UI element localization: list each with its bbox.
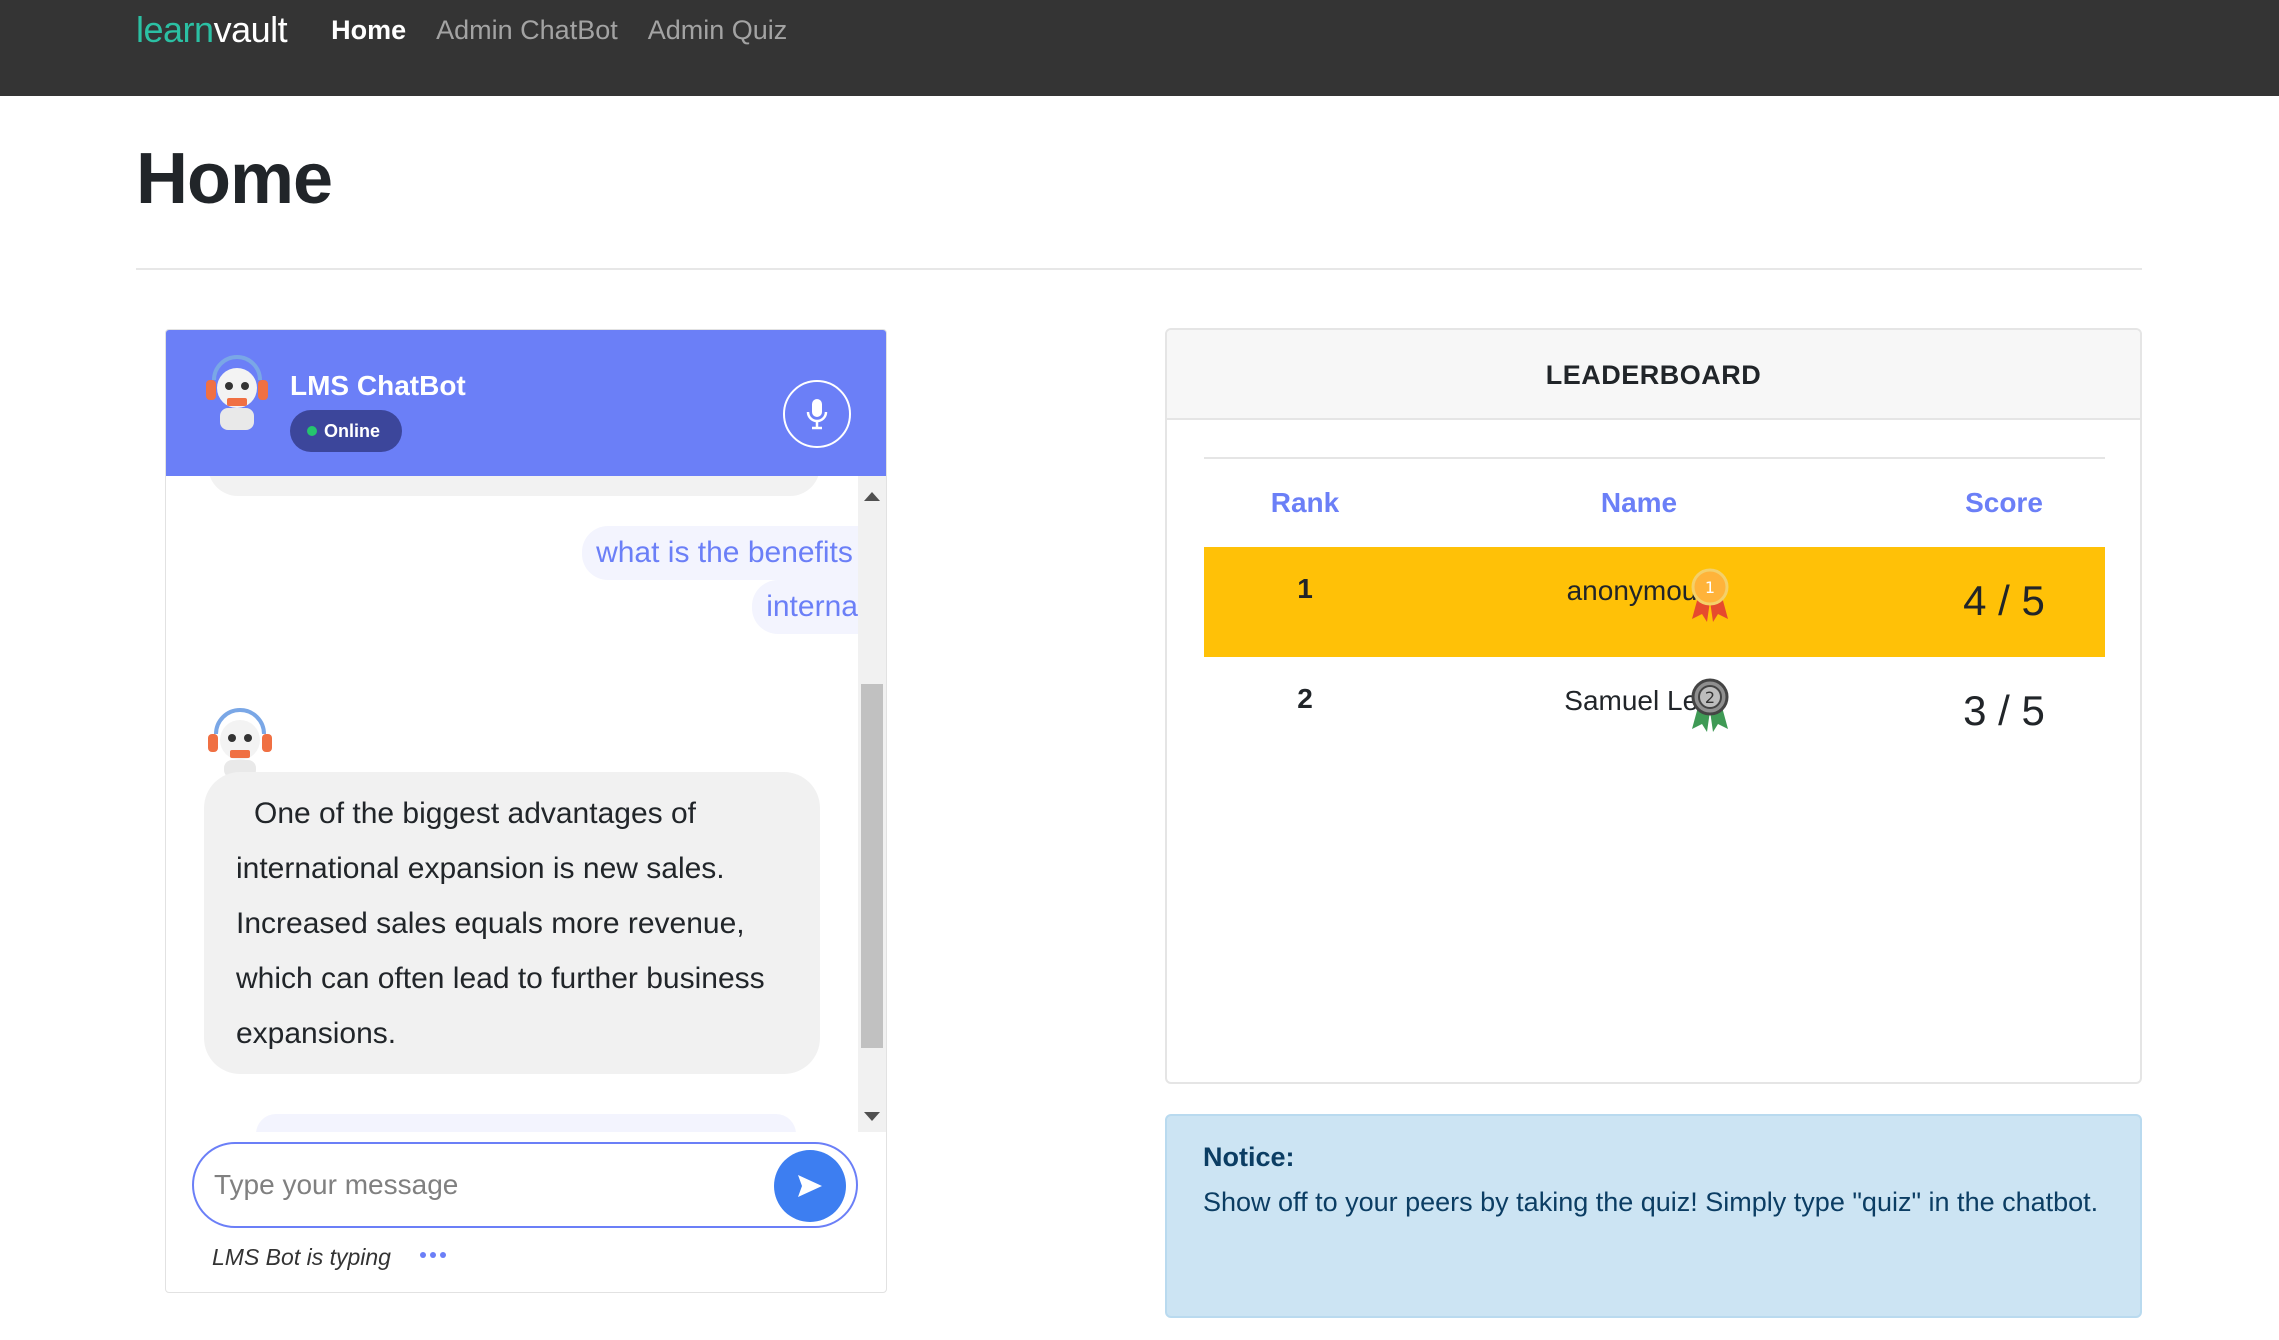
nav-link-home[interactable]: Home [331, 10, 406, 50]
send-arrow-icon [798, 1175, 822, 1197]
title-divider [136, 268, 2142, 270]
user-message-line: what is the benefits of going [582, 526, 886, 580]
typing-dots-icon [420, 1252, 446, 1258]
leaderboard-table: Rank Name Score 1 anonymous 1 4 / 5 2 Sa… [1204, 457, 2105, 767]
message-input-container [192, 1142, 858, 1228]
brand-part-vault: vault [213, 9, 288, 50]
page-title: Home [136, 139, 333, 219]
column-header-name: Name [1600, 487, 1678, 518]
svg-text:1: 1 [1705, 578, 1715, 597]
svg-text:2: 2 [1705, 688, 1715, 707]
user-message: what is the benefits of going internatio… [414, 526, 886, 634]
bot-message-line: which can often lead to further business [236, 962, 765, 995]
send-button[interactable] [774, 1150, 846, 1222]
bot-message-line: Increased sales equals more revenue, [236, 907, 745, 940]
status-badge: Online [290, 410, 403, 452]
nav-link-admin-chatbot[interactable]: Admin ChatBot [436, 10, 618, 50]
table-row: 2 Samuel Lee 2 3 / 5 [1204, 657, 2105, 767]
chatbot-header: LMS ChatBot Online [166, 330, 886, 476]
bot-message-line: international expansion is new sales. [236, 852, 725, 885]
top-navbar: learnvault Home Admin ChatBot Admin Quiz [0, 0, 2279, 96]
next-user-message-bubble [256, 1114, 796, 1132]
chat-messages[interactable]: what is the benefits of going internatio… [166, 476, 886, 1132]
typing-indicator: LMS Bot is typing [212, 1244, 391, 1270]
status-badge-label: Online [324, 421, 381, 441]
robot-avatar-icon [208, 708, 272, 778]
chatbot-title: LMS ChatBot [290, 370, 466, 401]
notice-alert: Notice: Show off to your peers by taking… [1165, 1114, 2142, 1318]
brand-part-learn: learn [136, 9, 214, 50]
gold-medal-icon: 1 [1691, 568, 1729, 622]
scroll-thumb[interactable] [861, 684, 883, 1048]
online-dot-icon [307, 426, 317, 436]
score-cell: 4 / 5 [1963, 577, 2045, 624]
score-cell: 3 / 5 [1963, 687, 2045, 734]
bot-message-line: expansions. [236, 1017, 397, 1050]
table-row: 1 anonymous 1 4 / 5 [1204, 547, 2105, 657]
chatbot-panel: LMS ChatBot Online what is the benefits … [165, 329, 887, 1293]
notice-title: Notice: [1203, 1142, 1295, 1172]
column-header-rank: Rank [1270, 487, 1340, 518]
nav-links: Home Admin ChatBot Admin Quiz [331, 10, 817, 50]
table-header-row: Rank Name Score [1204, 459, 2105, 547]
notice-text: Show off to your peers by taking the qui… [1203, 1187, 2099, 1217]
name-cell: Samuel Lee [1564, 685, 1714, 716]
microphone-button[interactable] [783, 380, 851, 448]
column-header-score: Score [1965, 487, 2043, 518]
previous-message-bubble [208, 476, 820, 496]
robot-avatar-icon [206, 355, 268, 430]
microphone-icon [806, 399, 828, 430]
rank-cell: 1 [1297, 573, 1313, 604]
bot-message: One of the biggest advantages of interna… [204, 772, 820, 1074]
bot-message-line: One of the biggest advantages of [254, 797, 696, 830]
rank-cell: 2 [1297, 683, 1313, 714]
message-input[interactable] [214, 1160, 734, 1210]
brand-logo[interactable]: learnvault [136, 9, 288, 50]
leaderboard-card: LEADERBOARD Rank Name Score 1 anonymous … [1165, 328, 2142, 1084]
name-cell: anonymous [1566, 575, 1712, 606]
nav-link-admin-quiz[interactable]: Admin Quiz [648, 10, 788, 50]
chat-scrollbar[interactable] [858, 476, 886, 1132]
silver-medal-icon: 2 [1691, 678, 1729, 732]
scroll-up-arrow-icon[interactable] [864, 492, 880, 501]
leaderboard-title: LEADERBOARD [1167, 330, 2140, 420]
scroll-down-arrow-icon[interactable] [864, 1112, 880, 1121]
